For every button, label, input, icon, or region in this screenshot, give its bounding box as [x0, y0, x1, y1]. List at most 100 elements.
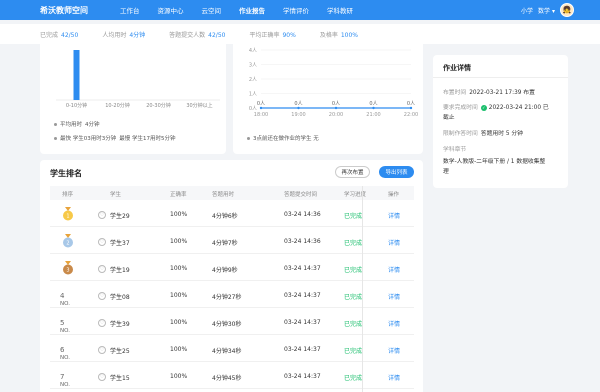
- medal-rank: 1: [66, 214, 69, 220]
- table-row: 3 ♡ 学生19 100% 4分钟9秒 03-24 14:37 已完成 详情: [50, 256, 414, 281]
- like-icon[interactable]: ♡: [98, 319, 106, 327]
- submit-time: 03-24 14:37: [284, 265, 321, 272]
- medal-rank: 3: [66, 268, 69, 274]
- stat-avg-time: 人均用时 4分钟: [102, 30, 145, 39]
- details-link[interactable]: 详情: [388, 319, 400, 328]
- reassign-button[interactable]: 再次布置: [335, 166, 370, 178]
- like-icon[interactable]: ♡: [98, 238, 106, 246]
- rank-number: NO. 7: [60, 373, 70, 388]
- fastest-slowest-legend: 最快 学生03用时3分钟 最慢 学生17用时5分钟: [54, 134, 176, 142]
- like-icon[interactable]: ♡: [98, 292, 106, 300]
- data-label: 0人: [257, 101, 265, 107]
- submit-time: 03-24 14:36: [284, 211, 321, 218]
- y-tick-label: 4人: [249, 48, 257, 54]
- data-label: 0人: [294, 101, 302, 107]
- answer-time: 4分钟30秒: [212, 321, 242, 328]
- progress-status: 已完成: [344, 240, 363, 247]
- submit-time: 03-24 14:37: [284, 292, 321, 299]
- nav-item-resources[interactable]: 资源中心: [158, 5, 184, 15]
- x-tick-label: 0-10分钟: [66, 102, 87, 109]
- student-name: 学生08: [110, 294, 130, 301]
- data-point: [409, 106, 413, 110]
- deadline: 要求完成时间 ✓ 2022-03-24 21:00 已: [443, 102, 549, 111]
- export-list-button[interactable]: 导出列表: [379, 166, 414, 178]
- deadline-cont: 截止: [443, 112, 455, 121]
- table-row: NO. 5 ♡ 学生39 100% 4分钟30秒 03-24 14:37 已完成 详情: [50, 310, 414, 335]
- medal-rank: 2: [66, 241, 69, 247]
- submit-time: 03-24 14:37: [284, 319, 321, 326]
- nav-item-homework-report[interactable]: 作业报告: [239, 5, 265, 15]
- like-icon[interactable]: ♡: [98, 373, 106, 381]
- chapter-value: 数学-人教版-二年级下册 / 1 数据收集整: [443, 159, 546, 165]
- x-tick-label: 19:00: [291, 112, 305, 118]
- rank-prefix: NO.: [60, 328, 70, 334]
- submit-time: 03-24 14:37: [284, 373, 321, 380]
- col-action: 操作: [388, 192, 400, 198]
- answer-time: 4分钟7秒: [212, 240, 238, 247]
- subject-select[interactable]: 数学 ▾: [538, 6, 555, 15]
- details-title: 作业详情: [443, 64, 471, 72]
- x-tick-label: 20-30分钟: [146, 102, 171, 109]
- stat-value: 42/50: [208, 31, 226, 39]
- nav-item-cloud[interactable]: 云空间: [202, 5, 222, 15]
- data-point: [297, 106, 300, 110]
- time-limit-label: 限制作答时间: [443, 131, 478, 137]
- nav-item-workbench[interactable]: 工作台: [120, 5, 140, 15]
- data-label: 0人: [332, 101, 340, 107]
- stats-bar: 已完成 42/50 人均用时 4分钟 答题提交人数 42/50 平均正确率 90% 及格…: [0, 24, 600, 44]
- details-link[interactable]: 详情: [388, 373, 400, 382]
- details-link[interactable]: 详情: [388, 265, 400, 274]
- user-avatar-icon: 👧: [562, 6, 572, 14]
- x-tick-label: 30分钟以上: [186, 102, 212, 109]
- ranking-table-header: 排序 学生 正确率 答题用时 答题提交时间 学习进度 操作: [50, 186, 414, 200]
- details-link[interactable]: 详情: [388, 238, 400, 247]
- divider: [433, 77, 568, 78]
- student-name: 学生19: [110, 267, 130, 274]
- like-icon[interactable]: ♡: [98, 211, 106, 219]
- stat-submitted: 答题提交人数 42/50: [169, 30, 225, 39]
- chevron-down-icon: ▾: [551, 7, 555, 15]
- like-icon[interactable]: ♡: [98, 346, 106, 354]
- answer-time: 4分钟45秒: [212, 375, 242, 382]
- table-row: NO. 7 ♡ 学生15 100% 4分钟45秒 03-24 14:37 已完成 详情: [50, 364, 414, 389]
- like-icon[interactable]: ♡: [98, 265, 106, 273]
- progress-status: 已完成: [344, 321, 363, 328]
- details-link[interactable]: 详情: [388, 211, 400, 220]
- rank-number: NO. 5: [60, 319, 70, 334]
- assign-time-label: 布置时间: [443, 90, 467, 96]
- time-limit-value: 答题用时 5 分钟: [480, 131, 523, 137]
- col-rank: 排序: [62, 192, 74, 198]
- app-logo[interactable]: 希沃教师空间: [40, 5, 102, 16]
- progress-status: 已完成: [344, 348, 363, 355]
- stat-label: 人均用时: [102, 31, 127, 39]
- accuracy: 100%: [170, 211, 188, 218]
- details-link[interactable]: 详情: [388, 346, 400, 355]
- chapter-value-line2: 理: [443, 166, 449, 175]
- nav-item-evaluation[interactable]: 学情评价: [283, 5, 309, 15]
- accuracy: 100%: [170, 292, 188, 299]
- accuracy: 100%: [170, 346, 188, 353]
- homework-details-panel: 作业详情 布置时间 2022-03-21 17:39 布置 要求完成时间 ✓ 2022…: [433, 55, 568, 188]
- avatar[interactable]: 👧: [560, 3, 574, 17]
- grade-select[interactable]: 小学: [521, 6, 533, 15]
- late-work-note: 3点前还在做作业的学生 无: [247, 134, 319, 142]
- slowest-student: 最慢 学生17用时5分钟: [119, 136, 176, 142]
- stat-value: 42/50: [61, 31, 79, 39]
- subject-label: 数学: [538, 7, 551, 15]
- details-link[interactable]: 详情: [388, 292, 400, 301]
- submit-time: 03-24 14:36: [284, 238, 321, 245]
- assign-time-value: 2022-03-21 17:39 布置: [469, 90, 535, 96]
- rank-prefix: NO.: [60, 382, 70, 388]
- answer-time: 4分钟34秒: [212, 348, 242, 355]
- medal-icon: 2: [63, 234, 73, 248]
- progress-status: 已完成: [344, 375, 363, 382]
- col-accuracy: 正确率: [170, 192, 187, 198]
- fastest-student: 最快 学生03用时3分钟: [60, 136, 117, 142]
- stat-completed: 已完成 42/50: [40, 30, 78, 39]
- table-row: 1 ♡ 学生29 100% 4分钟6秒 03-24 14:36 已完成 详情: [50, 202, 414, 227]
- stat-label: 答题提交人数: [169, 31, 206, 39]
- top-nav: 希沃教师空间 工作台 资源中心 云空间 作业报告 学情评价 学科教研 小学 数学…: [0, 0, 600, 20]
- nav-item-research[interactable]: 学科教研: [327, 5, 353, 15]
- stat-accuracy: 平均正确率 90%: [249, 30, 295, 39]
- rank-prefix: NO.: [60, 355, 70, 361]
